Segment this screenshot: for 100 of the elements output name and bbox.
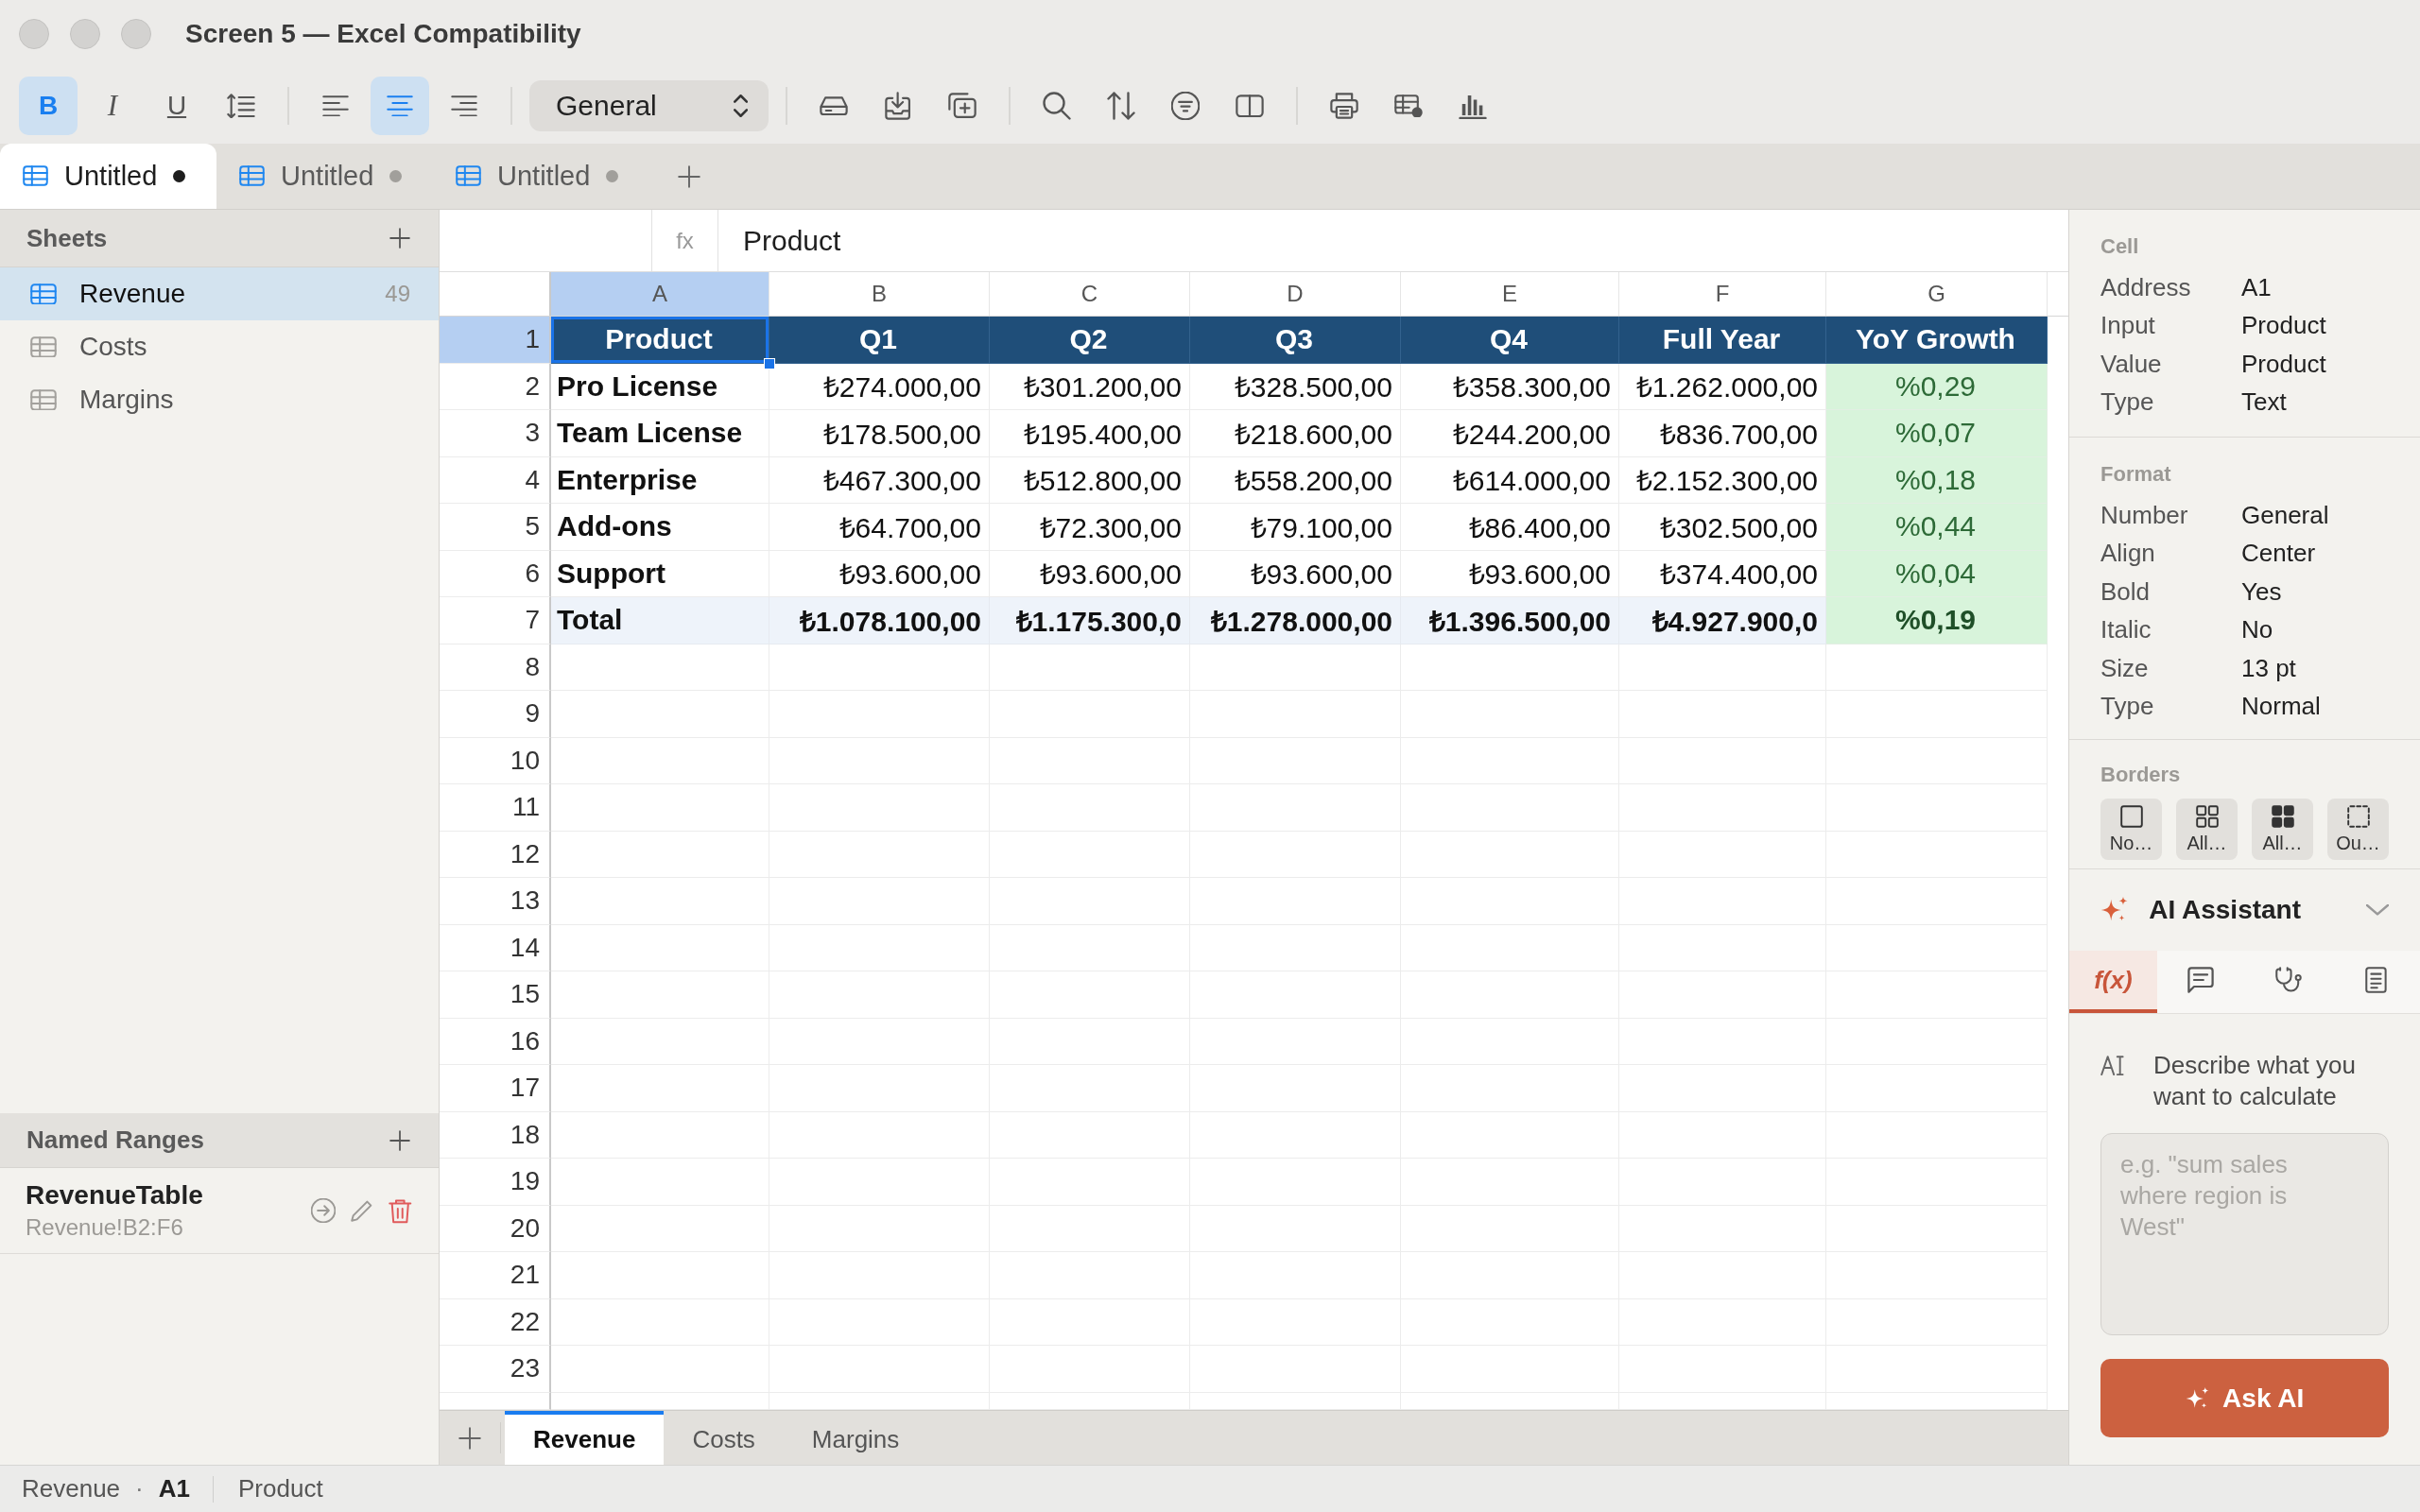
row-header[interactable]: 21 <box>440 1252 551 1299</box>
table-cell[interactable]: ₺178.500,00 <box>769 410 990 457</box>
number-format-dropdown[interactable]: General <box>529 80 769 131</box>
table-cell[interactable]: Q4 <box>1401 317 1619 364</box>
edit-button[interactable] <box>351 1199 374 1222</box>
row-header[interactable]: 22 <box>440 1298 551 1346</box>
row-header[interactable]: 3 <box>440 410 551 457</box>
table-cell[interactable]: Add-ons <box>551 504 769 551</box>
delete-button[interactable] <box>389 1197 412 1224</box>
row-header[interactable]: 4 <box>440 456 551 504</box>
table-cell[interactable]: ₺301.200,00 <box>990 363 1190 410</box>
table-cell[interactable]: Q1 <box>769 317 990 364</box>
align-center-button[interactable] <box>371 77 429 135</box>
sheet-tab[interactable]: Costs <box>664 1411 784 1465</box>
row-header[interactable]: 11 <box>440 784 551 832</box>
column-header[interactable]: A <box>551 272 769 316</box>
row-header[interactable]: 19 <box>440 1159 551 1206</box>
table-cell[interactable]: ₺302.500,00 <box>1619 504 1826 551</box>
collapse-button[interactable] <box>2366 904 2389 916</box>
table-cell[interactable]: ₺218.600,00 <box>1190 410 1401 457</box>
table-cell[interactable]: ₺64.700,00 <box>769 504 990 551</box>
table-cell[interactable]: ₺4.927.900,0 <box>1619 597 1826 644</box>
table-cell[interactable]: %0,04 <box>1826 550 2048 597</box>
sheet-tab[interactable]: Margins <box>783 1411 928 1465</box>
table-cell[interactable]: %0,19 <box>1826 597 2048 644</box>
row-header[interactable]: 1 <box>440 317 551 364</box>
table-cell[interactable]: %0,18 <box>1826 456 2048 504</box>
row-header[interactable]: 12 <box>440 831 551 878</box>
table-cell[interactable]: ₺1.078.100,00 <box>769 597 990 644</box>
prompt-input[interactable]: e.g. "sum sales where region is West" <box>2100 1133 2389 1335</box>
table-cell[interactable]: Enterprise <box>551 456 769 504</box>
row-header[interactable]: 18 <box>440 1111 551 1159</box>
row-header[interactable]: 6 <box>440 550 551 597</box>
row-header[interactable]: 17 <box>440 1065 551 1112</box>
border-option-button[interactable]: Ou… <box>2327 799 2389 860</box>
add-range-button[interactable] <box>389 1129 410 1151</box>
table-cell[interactable]: ₺374.400,00 <box>1619 550 1826 597</box>
table-cell[interactable]: %0,44 <box>1826 504 2048 551</box>
border-option-button[interactable]: All… <box>2176 799 2238 860</box>
row-header[interactable]: 2 <box>440 363 551 410</box>
table-cell[interactable]: ₺274.000,00 <box>769 363 990 410</box>
table-cell[interactable]: ₺2.152.300,00 <box>1619 456 1826 504</box>
table-cell[interactable]: %0,29 <box>1826 363 2048 410</box>
table-cell[interactable]: ₺1.278.000,00 <box>1190 597 1401 644</box>
row-header[interactable]: 7 <box>440 597 551 644</box>
underline-button[interactable]: U <box>147 77 206 135</box>
row-header[interactable]: 23 <box>440 1346 551 1393</box>
table-cell[interactable]: ₺328.500,00 <box>1190 363 1401 410</box>
row-header[interactable]: 15 <box>440 971 551 1019</box>
table-cell[interactable]: YoY Growth <box>1826 317 2048 364</box>
table-cell[interactable]: ₺1.175.300,0 <box>990 597 1190 644</box>
table-cell[interactable]: ₺93.600,00 <box>1401 550 1619 597</box>
table-cell[interactable]: ₺244.200,00 <box>1401 410 1619 457</box>
row-header[interactable]: 14 <box>440 924 551 971</box>
row-header[interactable]: 9 <box>440 691 551 738</box>
close-button[interactable] <box>19 19 49 49</box>
table-cell[interactable]: ₺614.000,00 <box>1401 456 1619 504</box>
minimize-button[interactable] <box>70 19 100 49</box>
file-tab[interactable]: Untitled <box>216 144 433 209</box>
table-cell[interactable]: Q3 <box>1190 317 1401 364</box>
row-header[interactable]: 13 <box>440 878 551 925</box>
file-tab[interactable]: Untitled <box>0 144 216 209</box>
sheet-item[interactable]: Margins <box>0 373 439 426</box>
sheet-tab[interactable]: Revenue <box>505 1411 665 1465</box>
table-cell[interactable]: ₺558.200,00 <box>1190 456 1401 504</box>
sheet-item[interactable]: Costs <box>0 320 439 373</box>
fill-handle[interactable] <box>764 357 775 369</box>
table-cell[interactable]: Total <box>551 597 769 644</box>
row-header[interactable]: 20 <box>440 1205 551 1252</box>
table-cell[interactable]: Support <box>551 550 769 597</box>
row-header[interactable]: 5 <box>440 504 551 551</box>
row-header[interactable]: 10 <box>440 737 551 784</box>
table-cell[interactable]: Full Year <box>1619 317 1826 364</box>
table-cell[interactable]: ₺79.100,00 <box>1190 504 1401 551</box>
table-cell[interactable]: Team License <box>551 410 769 457</box>
zoom-button[interactable] <box>121 19 151 49</box>
add-sheet-button[interactable] <box>389 228 410 249</box>
table-cell[interactable]: ₺72.300,00 <box>990 504 1190 551</box>
table-cell[interactable]: ₺836.700,00 <box>1619 410 1826 457</box>
ask-ai-button[interactable]: Ask AI <box>2100 1359 2389 1437</box>
table-cell[interactable]: ₺93.600,00 <box>769 550 990 597</box>
table-cell[interactable]: ₺93.600,00 <box>1190 550 1401 597</box>
table-cell[interactable]: ₺1.262.000,00 <box>1619 363 1826 410</box>
formula-tab[interactable]: f(x) <box>2069 951 2157 1013</box>
row-header[interactable]: 16 <box>440 1018 551 1065</box>
table-cell[interactable]: ₺1.396.500,00 <box>1401 597 1619 644</box>
table-cell[interactable]: ₺195.400,00 <box>990 410 1190 457</box>
table-cell[interactable]: ₺358.300,00 <box>1401 363 1619 410</box>
table-cell[interactable]: ₺86.400,00 <box>1401 504 1619 551</box>
table-cell[interactable]: Q2 <box>990 317 1190 364</box>
border-option-button[interactable]: All… <box>2252 799 2313 860</box>
go-to-range-button[interactable] <box>311 1198 337 1223</box>
table-cell[interactable]: %0,07 <box>1826 410 2048 457</box>
table-cell[interactable]: ₺467.300,00 <box>769 456 990 504</box>
border-option-button[interactable]: No… <box>2100 799 2162 860</box>
table-cell[interactable]: ₺512.800,00 <box>990 456 1190 504</box>
row-header[interactable]: 8 <box>440 644 551 691</box>
table-cell[interactable]: ₺93.600,00 <box>990 550 1190 597</box>
formula-field[interactable]: Product <box>718 210 2068 271</box>
file-tab[interactable]: Untitled <box>433 144 649 209</box>
